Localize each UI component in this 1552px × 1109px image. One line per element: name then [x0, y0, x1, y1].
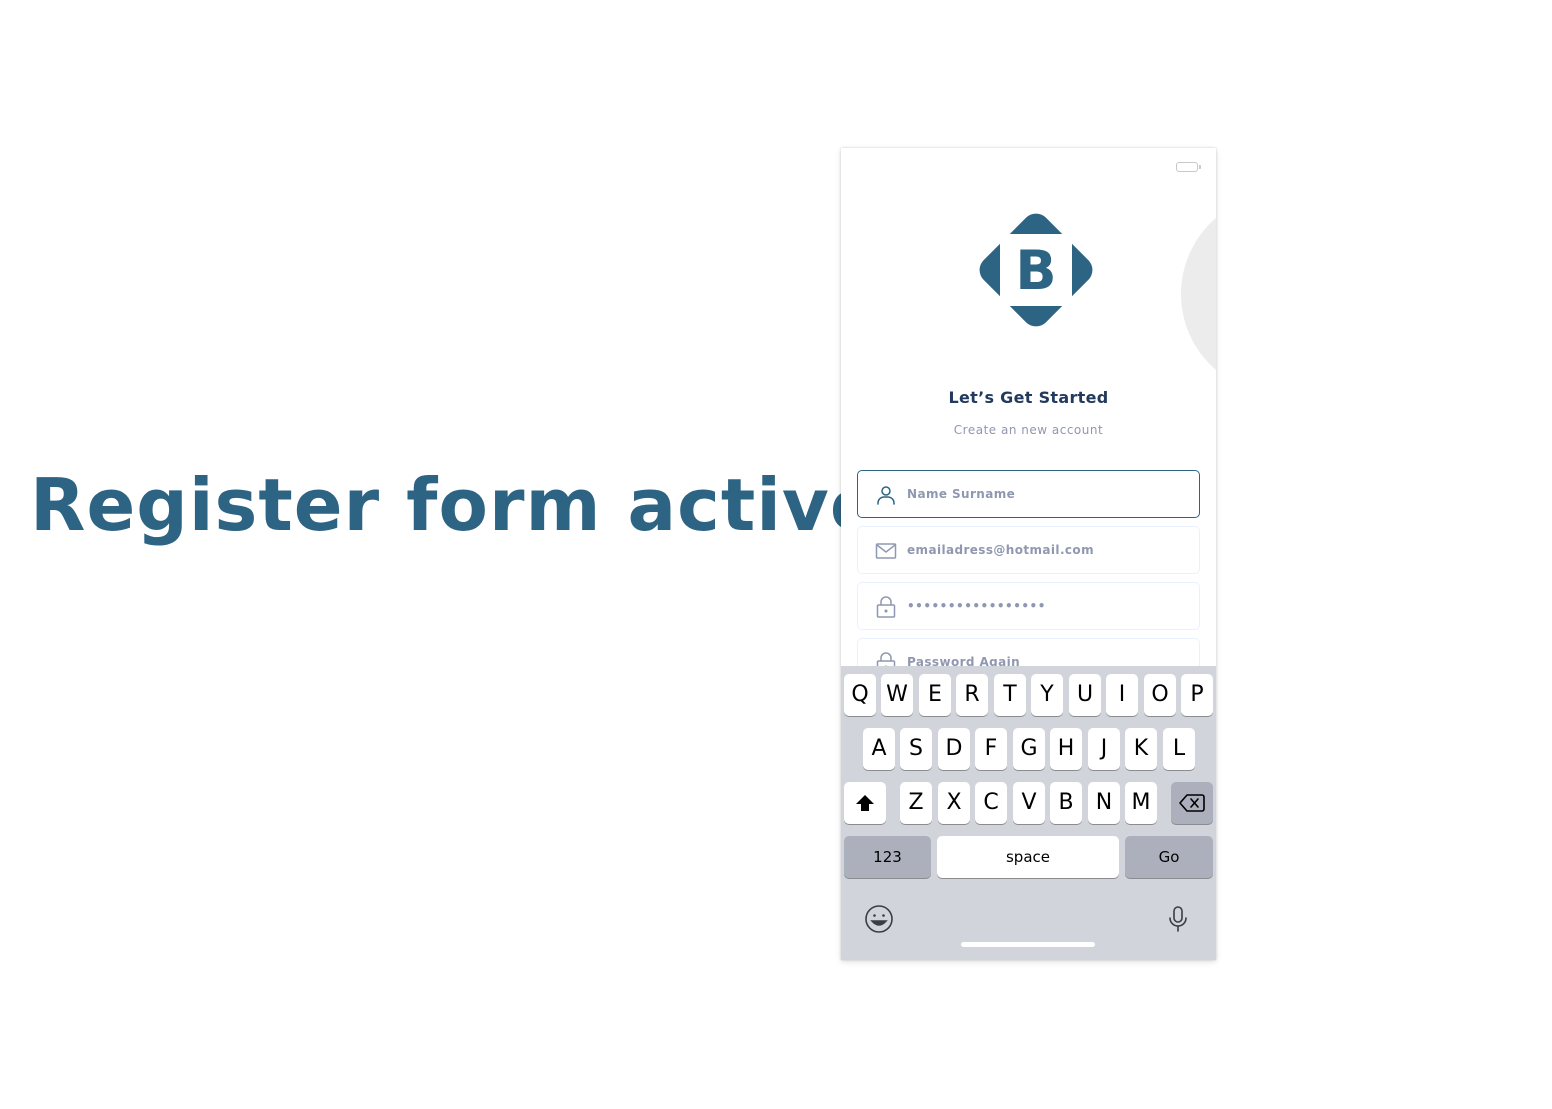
key-h[interactable]: H [1050, 728, 1082, 770]
key-y[interactable]: Y [1031, 674, 1063, 716]
key-c[interactable]: C [975, 782, 1007, 824]
decorative-circle [1181, 194, 1216, 394]
page-caption: Register form active [30, 463, 880, 547]
key-x[interactable]: X [938, 782, 970, 824]
key-v[interactable]: V [1013, 782, 1045, 824]
home-indicator [961, 942, 1095, 947]
key-s[interactable]: S [900, 728, 932, 770]
key-n[interactable]: N [1088, 782, 1120, 824]
battery-icon [1176, 162, 1201, 172]
shift-key[interactable] [844, 782, 886, 824]
on-screen-keyboard: Q W E R T Y U I O P A S D F G H J K L Z … [841, 666, 1216, 960]
numbers-key[interactable]: 123 [844, 836, 931, 878]
key-z[interactable]: Z [900, 782, 932, 824]
key-t[interactable]: T [994, 674, 1026, 716]
shift-icon [856, 795, 874, 811]
microphone-icon[interactable] [1162, 903, 1194, 935]
app-logo: B [979, 213, 1093, 327]
key-m[interactable]: M [1125, 782, 1157, 824]
logo-letter: B [1015, 239, 1056, 302]
key-e[interactable]: E [919, 674, 951, 716]
key-r[interactable]: R [956, 674, 988, 716]
password-field-value: ••••••••••••••••• [907, 599, 1046, 613]
key-a[interactable]: A [863, 728, 895, 770]
key-k[interactable]: K [1125, 728, 1157, 770]
name-field[interactable]: Name Surname [857, 470, 1200, 518]
key-p[interactable]: P [1181, 674, 1213, 716]
key-j[interactable]: J [1088, 728, 1120, 770]
name-field-placeholder: Name Surname [907, 487, 1016, 501]
password-field[interactable]: ••••••••••••••••• [857, 582, 1200, 630]
canvas: Register form active B Let’s Get Started… [0, 0, 1552, 1109]
key-o[interactable]: O [1144, 674, 1176, 716]
key-b[interactable]: B [1050, 782, 1082, 824]
key-w[interactable]: W [881, 674, 913, 716]
email-field-value: emailadress@hotmail.com [907, 543, 1094, 557]
page-subtitle: Create an new account [953, 423, 1104, 437]
key-i[interactable]: I [1106, 674, 1138, 716]
space-key[interactable]: space [937, 836, 1119, 878]
email-field[interactable]: emailadress@hotmail.com [857, 526, 1200, 574]
key-u[interactable]: U [1069, 674, 1101, 716]
backspace-icon [1179, 794, 1205, 812]
mail-icon [875, 543, 897, 559]
phone-screen: B Let’s Get Started Create an new accoun… [841, 148, 1216, 960]
key-g[interactable]: G [1013, 728, 1045, 770]
emoji-icon[interactable] [863, 903, 895, 935]
key-f[interactable]: F [975, 728, 1007, 770]
key-q[interactable]: Q [844, 674, 876, 716]
backspace-key[interactable] [1171, 782, 1213, 824]
lock-icon [876, 596, 896, 618]
page-title: Let’s Get Started [948, 388, 1109, 407]
key-l[interactable]: L [1163, 728, 1195, 770]
user-icon [877, 486, 895, 505]
key-d[interactable]: D [938, 728, 970, 770]
go-key[interactable]: Go [1125, 836, 1213, 878]
